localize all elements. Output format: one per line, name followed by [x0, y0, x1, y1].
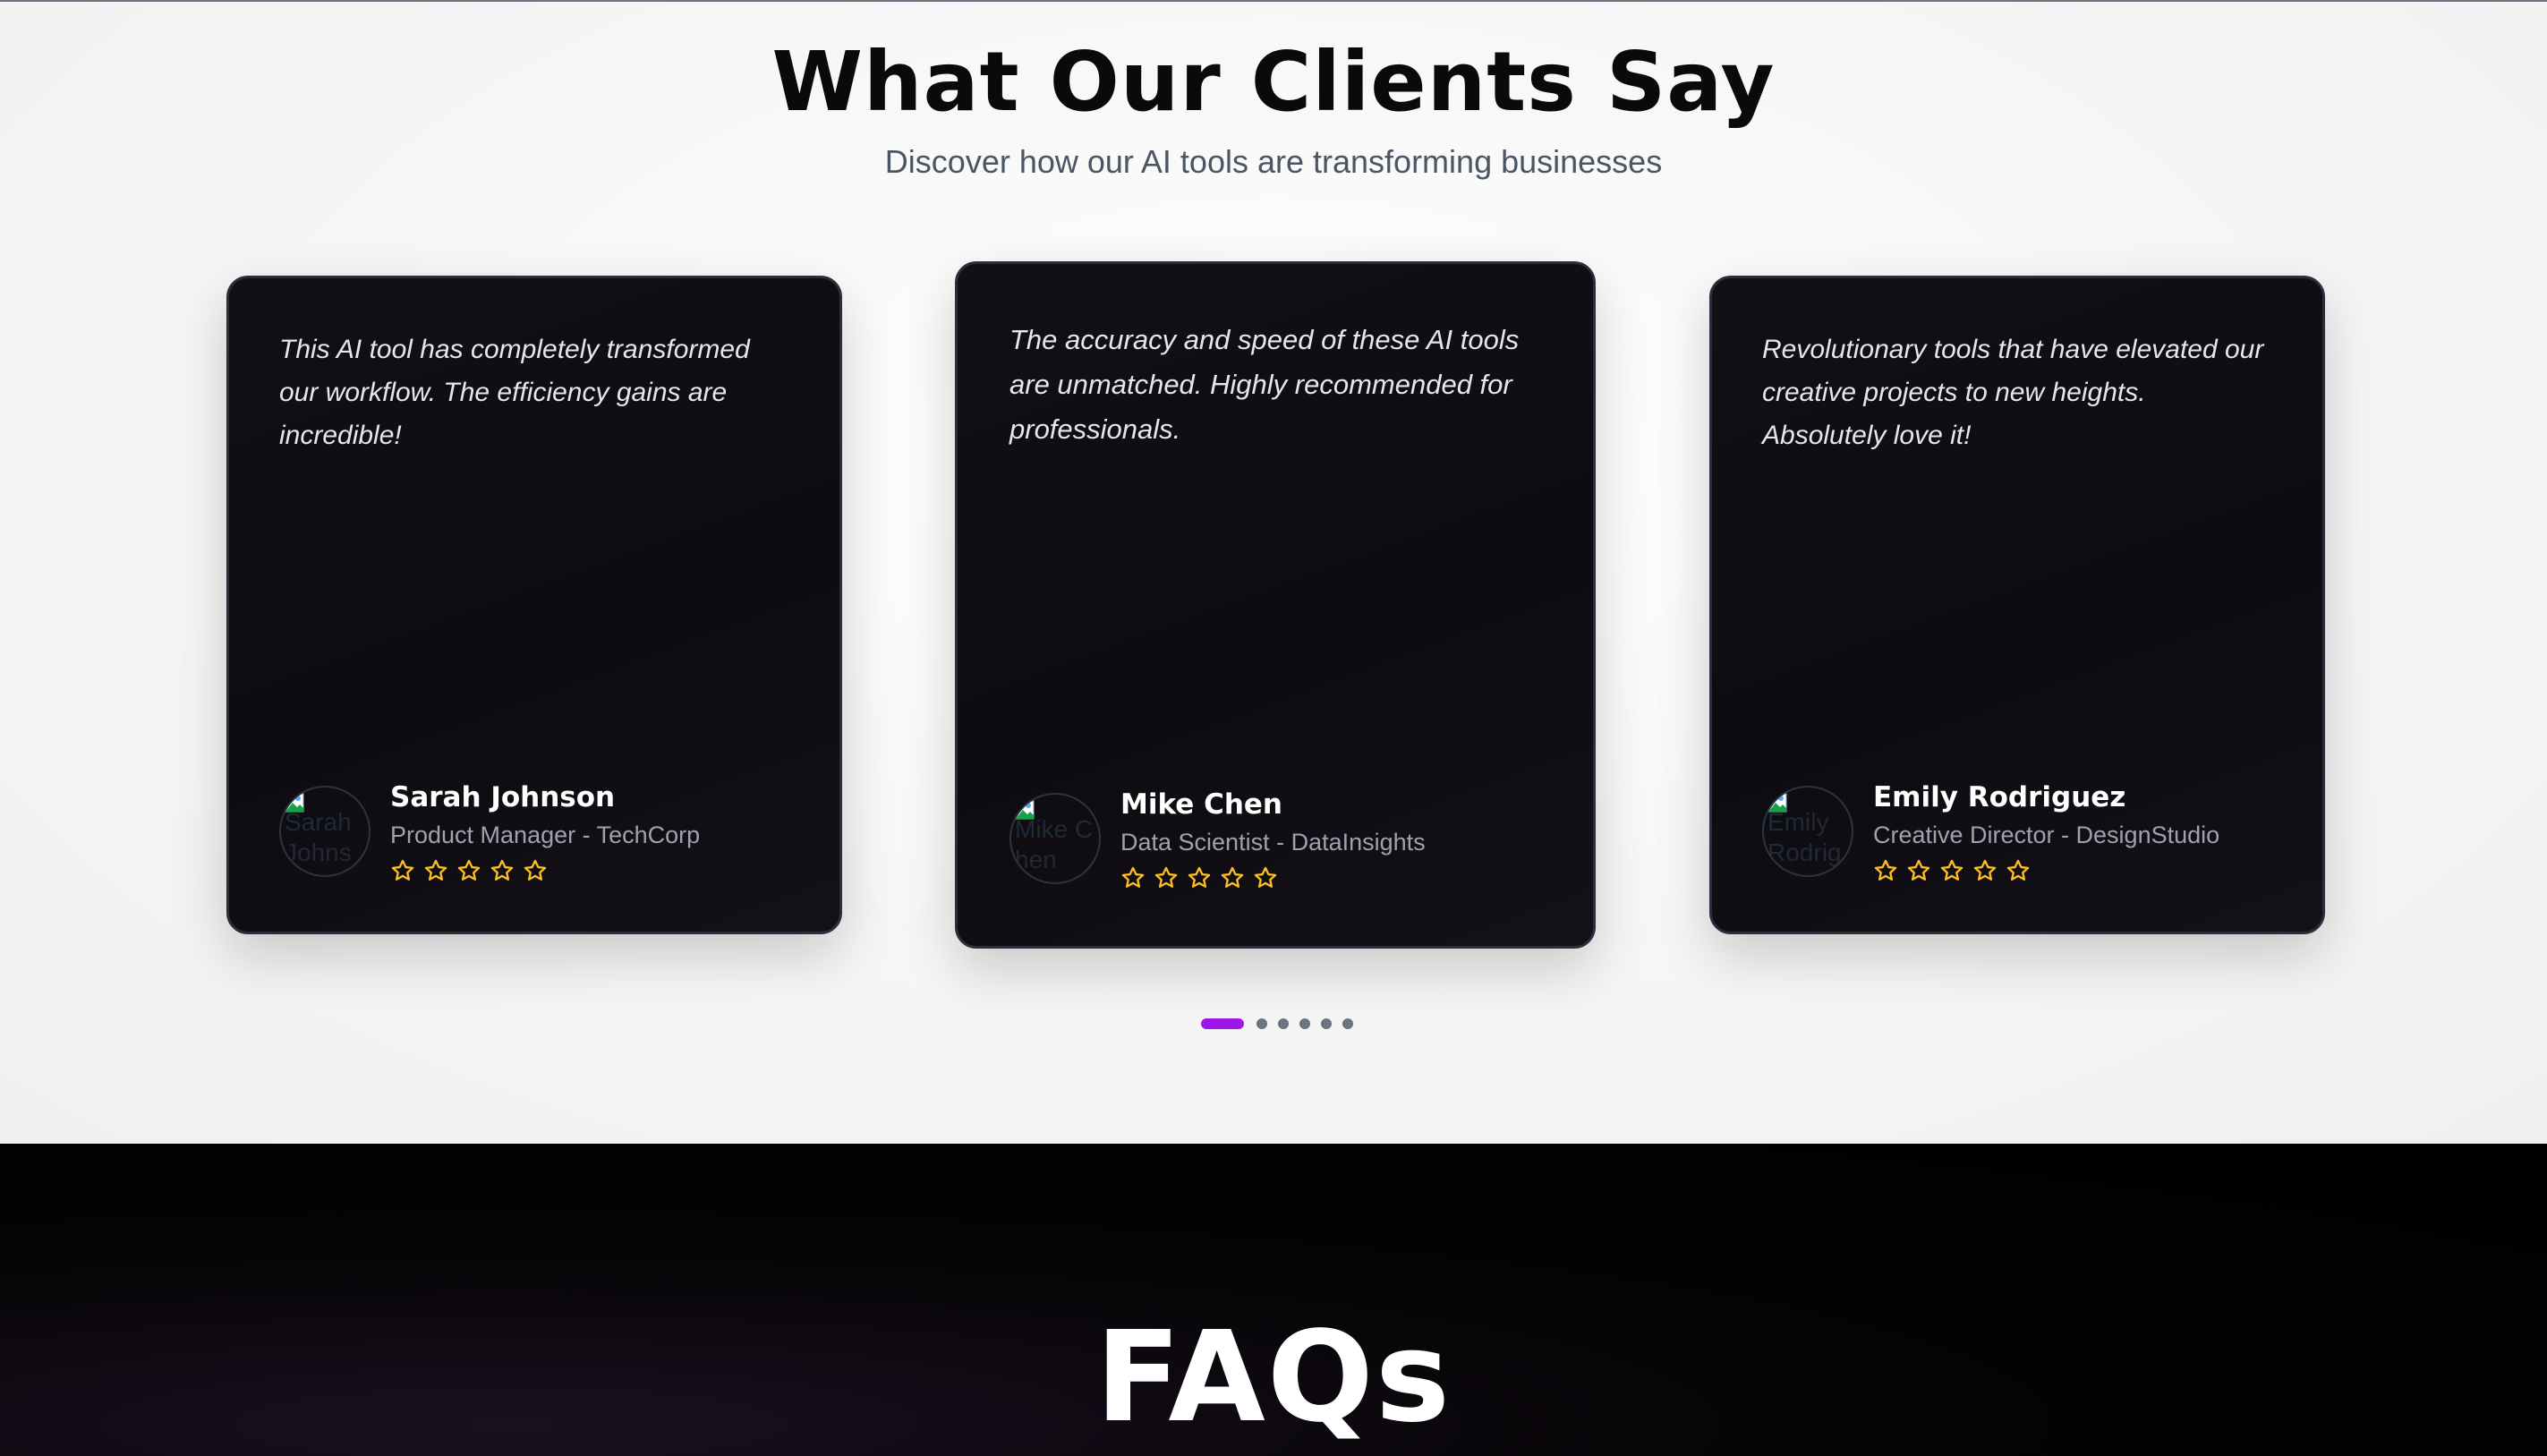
author-name: Mike Chen	[1120, 788, 1282, 821]
star-rating	[390, 858, 700, 883]
testimonial-card-featured: The accuracy and speed of these AI tools…	[955, 261, 1596, 949]
faq-section: FAQs	[0, 1144, 2547, 1456]
star-icon	[1940, 859, 1963, 881]
star-icon	[1874, 859, 1897, 881]
avatar: Mike Chen	[1009, 793, 1101, 884]
star-icon	[490, 859, 514, 881]
testimonial-card: Revolutionary tools that have elevated o…	[1709, 276, 2325, 934]
faq-title: FAQs	[1095, 1305, 1452, 1451]
carousel-dot[interactable]	[1256, 1018, 1267, 1029]
star-icon	[391, 859, 414, 881]
star-icon	[1188, 866, 1211, 888]
star-icon	[524, 859, 547, 881]
star-icon	[1121, 866, 1145, 888]
testimonial-author: Sarah Johnson Sarah Johnson Product Mana…	[279, 779, 700, 883]
carousel-dot[interactable]	[1321, 1018, 1332, 1029]
author-name: Sarah Johnson	[390, 781, 616, 813]
avatar-alt-text: Emily Rodriguez	[1768, 808, 1842, 875]
testimonial-quote: This AI tool has completely transformed …	[279, 335, 750, 450]
carousel-dot[interactable]	[1342, 1018, 1353, 1029]
star-icon	[1154, 866, 1178, 888]
star-icon	[2006, 859, 2030, 881]
section-subtitle: Discover how our AI tools are transformi…	[884, 143, 1663, 180]
star-rating	[1873, 858, 2219, 883]
author-name: Emily Rodriguez	[1873, 781, 2126, 813]
broken-image-icon	[285, 793, 304, 813]
author-role: Creative Director - DesignStudio	[1873, 822, 2220, 848]
star-icon	[1907, 859, 1930, 881]
star-icon	[424, 859, 447, 881]
avatar: Emily Rodriguez	[1762, 786, 1853, 877]
carousel-dot[interactable]	[1299, 1018, 1310, 1029]
star-icon	[1973, 859, 1997, 881]
star-icon	[1221, 866, 1244, 888]
star-rating	[1120, 865, 1426, 890]
section-title: What Our Clients Say	[771, 34, 1776, 130]
carousel-pagination	[1201, 1018, 1364, 1029]
carousel-dot[interactable]	[1278, 1018, 1289, 1029]
testimonial-author: Mike Chen Mike Chen Data Scientist - Dat…	[1009, 787, 1426, 890]
broken-image-icon	[1015, 800, 1035, 820]
carousel-dot-active[interactable]	[1201, 1018, 1244, 1029]
testimonial-quote: The accuracy and speed of these AI tools…	[1009, 324, 1520, 445]
avatar-alt-text: Sarah Johnson	[285, 808, 352, 875]
star-icon	[1254, 866, 1277, 888]
avatar-alt-text: Mike Chen	[1015, 815, 1094, 873]
author-role: Product Manager - TechCorp	[390, 822, 701, 848]
broken-image-icon	[1768, 793, 1787, 813]
star-icon	[457, 859, 481, 881]
avatar: Sarah Johnson	[279, 786, 371, 877]
testimonials-section: What Our Clients Say Discover how our AI…	[0, 2, 2547, 1144]
author-role: Data Scientist - DataInsights	[1120, 829, 1426, 856]
testimonial-author: Emily Rodriguez Emily Rodriguez Creative…	[1762, 779, 2219, 883]
testimonial-quote: Revolutionary tools that have elevated o…	[1762, 335, 2264, 450]
testimonial-card: This AI tool has completely transformed …	[226, 276, 842, 934]
